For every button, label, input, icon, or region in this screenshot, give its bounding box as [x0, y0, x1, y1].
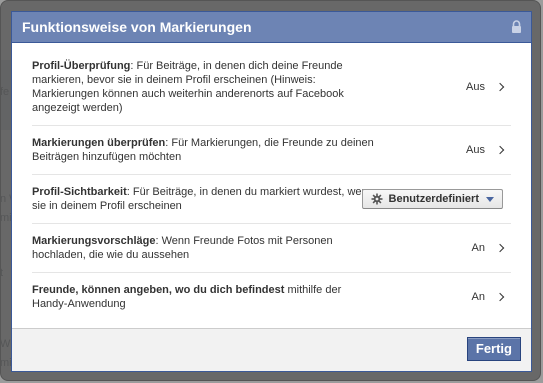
audience-selector-label: Benutzerdefiniert	[388, 193, 479, 205]
setting-title: Profil-Sichtbarkeit	[32, 186, 127, 198]
setting-row-location-checkin: Freunde, können angeben, wo du dich befi…	[32, 273, 511, 321]
setting-toggle-tag-review[interactable]: Aus	[466, 144, 505, 156]
dialog-footer: Fertig	[12, 328, 531, 371]
chevron-right-icon	[495, 243, 505, 253]
setting-title: Profil-Überprüfung	[32, 60, 131, 72]
tagging-settings-dialog: Funktionsweise von Markierungen Profil-Ü…	[11, 11, 532, 372]
setting-description: Markierungsvorschläge: Wenn Freunde Foto…	[32, 234, 377, 262]
chevron-right-icon	[495, 145, 505, 155]
setting-value: An	[471, 291, 485, 303]
setting-value: Aus	[466, 81, 485, 93]
setting-description: Profil-Sichtbarkeit: Für Beiträge, in de…	[32, 185, 377, 213]
setting-description: Markierungen überprüfen: Für Markierunge…	[32, 136, 377, 164]
dialog-titlebar: Funktionsweise von Markierungen	[12, 12, 531, 43]
settings-list: Profil-Überprüfung: Für Beiträge, in den…	[12, 43, 531, 321]
setting-toggle-tag-suggestions[interactable]: An	[471, 242, 505, 254]
setting-title: Markierungen überprüfen	[32, 137, 166, 149]
dropdown-triangle-icon	[486, 196, 494, 202]
setting-toggle-location-checkin[interactable]: An	[471, 291, 505, 303]
setting-row-tag-review: Markierungen überprüfen: Für Markierunge…	[32, 126, 511, 175]
dialog-frame: Funktionsweise von Markierungen Profil-Ü…	[0, 0, 541, 381]
chevron-right-icon	[495, 292, 505, 302]
dialog-title: Funktionsweise von Markierungen	[22, 19, 252, 35]
setting-title: Freunde, können angeben, wo du dich befi…	[32, 284, 285, 296]
audience-selector[interactable]: Benutzerdefiniert	[361, 189, 503, 209]
setting-row-profile-visibility: Profil-Sichtbarkeit: Für Beiträge, in de…	[32, 175, 511, 224]
setting-row-tag-suggestions: Markierungsvorschläge: Wenn Freunde Foto…	[32, 224, 511, 273]
setting-row-profile-review: Profil-Überprüfung: Für Beiträge, in den…	[32, 49, 511, 126]
gear-icon	[371, 193, 383, 205]
setting-title: Markierungsvorschläge	[32, 235, 156, 247]
chevron-right-icon	[495, 82, 505, 92]
setting-toggle-profile-review[interactable]: Aus	[466, 81, 505, 93]
lock-icon	[512, 20, 521, 33]
setting-description: Freunde, können angeben, wo du dich befi…	[32, 283, 377, 311]
setting-description: Profil-Überprüfung: Für Beiträge, in den…	[32, 59, 377, 115]
done-button[interactable]: Fertig	[466, 337, 521, 361]
setting-value: Aus	[466, 144, 485, 156]
setting-value: An	[471, 242, 485, 254]
